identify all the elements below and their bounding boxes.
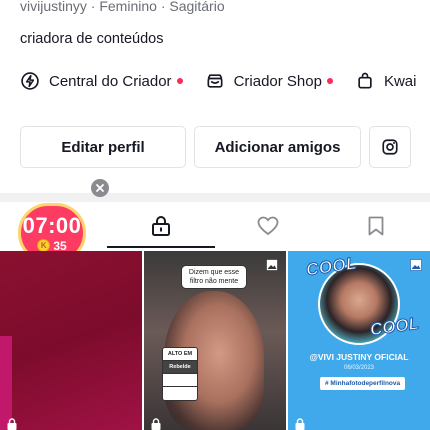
- timer-time: 07:00: [22, 212, 82, 238]
- video-grid: Dizem que esse filtro não mente ALTO EM …: [0, 251, 430, 430]
- shortcut-creator-center[interactable]: Central do Criador: [20, 71, 183, 91]
- filter-row: Rebelde: [163, 361, 197, 374]
- gallery-icon: [266, 259, 278, 271]
- shortcut-creator-center-label: Central do Criador: [49, 72, 172, 90]
- lock-icon[interactable]: [149, 214, 173, 238]
- filter-row: [163, 387, 197, 400]
- video-thumbnail[interactable]: [0, 251, 142, 430]
- profile-bio: criadora de conteúdos: [20, 31, 164, 47]
- bag-icon: [358, 72, 372, 89]
- video-thumbnail[interactable]: COOL COOL @VIVI JUSTINY OFICIAL 06/03/20…: [288, 251, 430, 430]
- shortcut-creator-shop[interactable]: Criador Shop: [205, 71, 333, 91]
- instagram-icon: [382, 139, 398, 155]
- speech-bubble: Dizem que esse filtro não mente: [181, 265, 247, 289]
- shortcut-bar: Central do Criador Criador Shop Kwai: [20, 68, 430, 94]
- filter-panel: ALTO EM Rebelde: [162, 347, 198, 401]
- active-tab-indicator: [107, 246, 215, 248]
- close-timer-button[interactable]: [91, 179, 109, 197]
- shortcut-kwai-label: Kwai: [383, 72, 417, 90]
- add-friends-button[interactable]: Adicionar amigos: [194, 126, 361, 168]
- filter-row: ALTO EM: [163, 348, 197, 361]
- close-icon: [96, 184, 104, 192]
- shop-icon: [207, 74, 223, 88]
- bolt-icon: [21, 72, 39, 90]
- section-divider: [0, 193, 430, 202]
- bookmark-icon[interactable]: [364, 214, 388, 238]
- shortcut-kwai[interactable]: Kwai: [355, 71, 417, 91]
- heart-icon[interactable]: [256, 214, 280, 238]
- video-thumbnail[interactable]: Dizem que esse filtro não mente ALTO EM …: [144, 251, 286, 430]
- lock-icon: [295, 418, 305, 430]
- notification-dot: [326, 78, 333, 84]
- thumbnail-date: 06/03/2023: [343, 365, 375, 371]
- thumbnail-graphic: [0, 336, 12, 430]
- lock-icon: [7, 418, 17, 430]
- thumbnail-hashtag: # Minhafotodeperfilnova: [320, 377, 406, 390]
- notification-dot: [176, 78, 183, 84]
- profile-meta: vivijustinyy · Feminino · Sagitário: [20, 0, 225, 14]
- shortcut-creator-shop-label: Criador Shop: [233, 72, 322, 90]
- thumbnail-name: @VIVI JUSTINY OFICIAL: [309, 352, 409, 362]
- lock-icon: [151, 418, 161, 430]
- gallery-icon: [410, 259, 422, 271]
- edit-profile-button[interactable]: Editar perfil: [20, 126, 186, 168]
- instagram-button[interactable]: [369, 126, 411, 168]
- filter-row: [163, 374, 197, 387]
- profile-actions: Editar perfil Adicionar amigos: [20, 126, 411, 168]
